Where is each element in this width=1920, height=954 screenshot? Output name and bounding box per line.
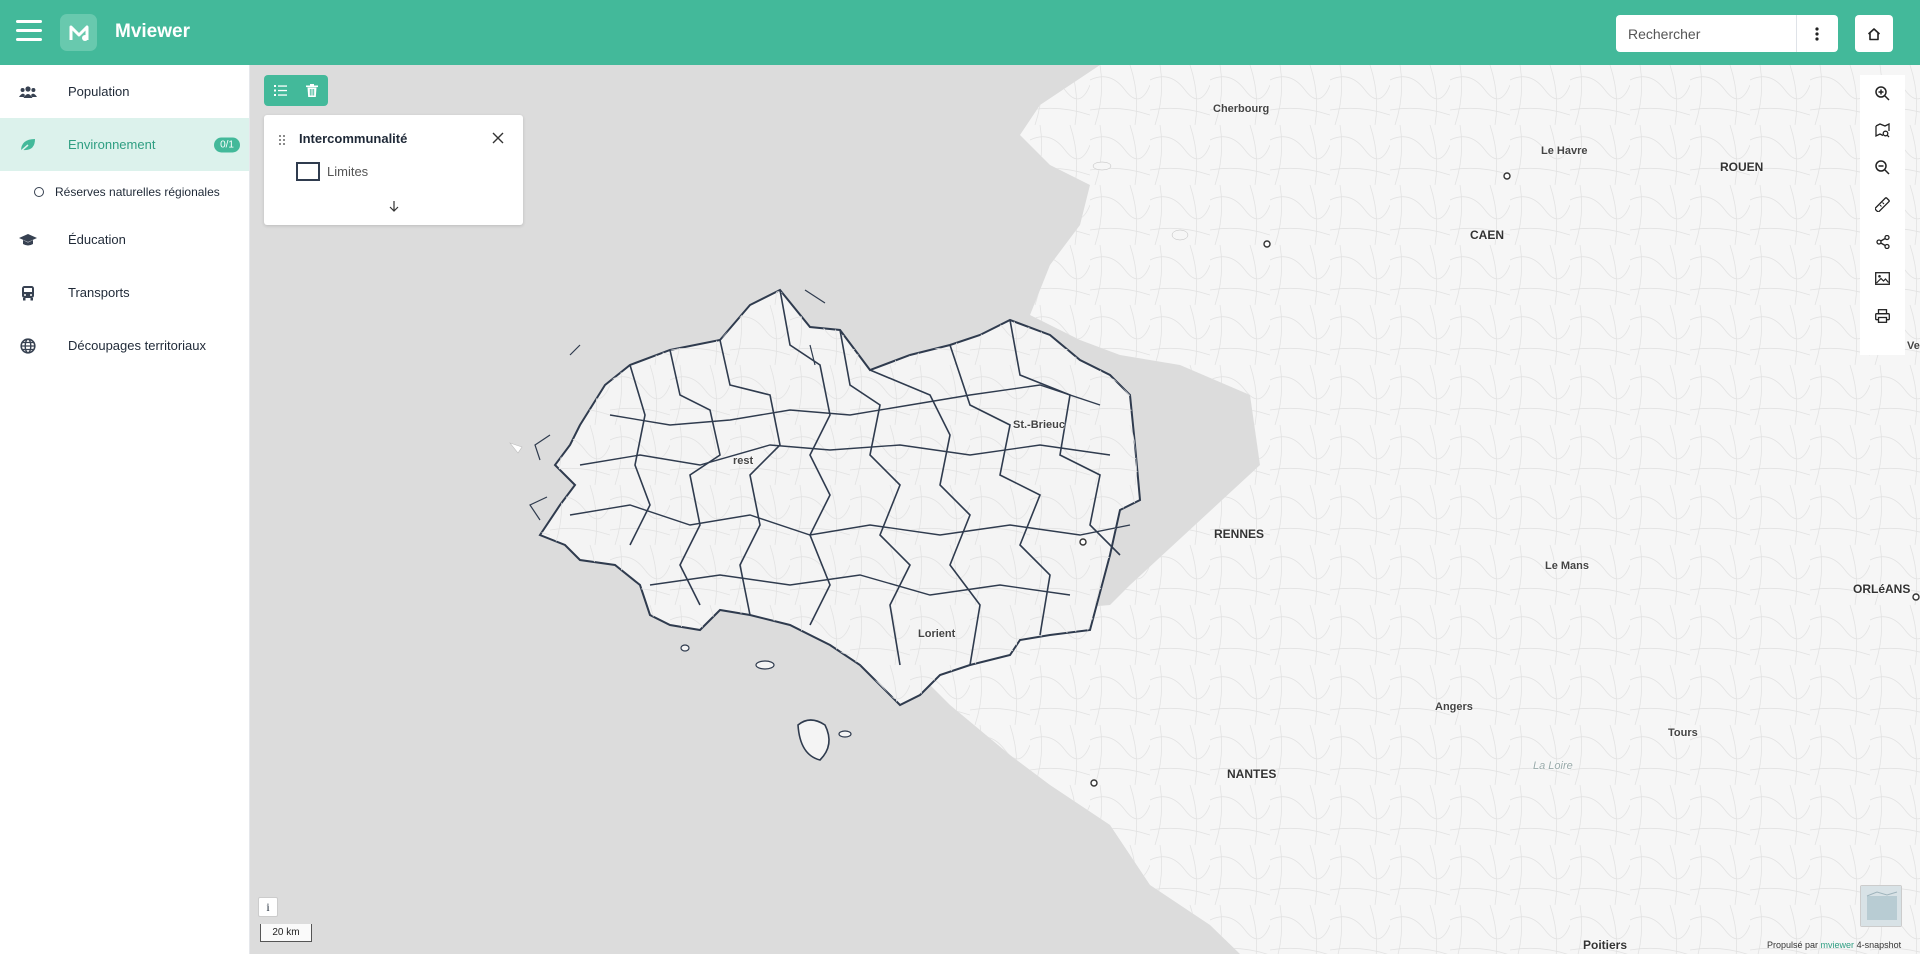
- place-label: Cherbourg: [1213, 103, 1270, 115]
- top-bar: Mviewer: [0, 0, 1920, 65]
- home-icon: [1867, 27, 1881, 40]
- attribution: Propulsé par mviewer 4-snapshot: [1767, 940, 1901, 950]
- sidebar-item-transports[interactable]: Transports: [0, 266, 249, 319]
- globe-icon: [19, 337, 37, 355]
- place-label: RENNES: [1214, 527, 1265, 541]
- sidebar-item-label: Découpages territoriaux: [68, 338, 207, 353]
- info-button[interactable]: i: [258, 897, 278, 917]
- overview-map-button[interactable]: [1860, 885, 1902, 927]
- place-label: Poitiers: [1583, 938, 1628, 952]
- arrow-down-icon[interactable]: [385, 197, 403, 215]
- trash-icon: [306, 84, 318, 97]
- search-options-button[interactable]: [1797, 15, 1837, 52]
- share-button[interactable]: [1860, 223, 1905, 260]
- sidebar-item-education[interactable]: Éducation: [0, 213, 249, 266]
- sidebar-subitem-reserves[interactable]: Réserves naturelles régionales: [0, 171, 249, 213]
- place-label: Ve: [1907, 340, 1920, 352]
- list-icon: [273, 85, 287, 96]
- sidebar-item-decoupages[interactable]: Découpages territoriaux: [0, 319, 249, 372]
- measure-button[interactable]: [1860, 186, 1905, 223]
- search-box: [1616, 15, 1838, 52]
- attribution-link[interactable]: mviewer: [1821, 940, 1855, 950]
- legend-item-label: Limites: [327, 164, 369, 179]
- place-label: Tours: [1668, 727, 1698, 739]
- share-icon: [1875, 234, 1890, 249]
- legend-toolbar: [264, 75, 328, 106]
- legend-swatch: [296, 162, 320, 181]
- zoom-out-button[interactable]: [1860, 149, 1905, 186]
- home-button[interactable]: [1855, 15, 1893, 52]
- print-icon: [1875, 308, 1890, 323]
- map-search-icon: [1875, 123, 1890, 138]
- sidebar-subitem-label: Réserves naturelles régionales: [55, 185, 220, 199]
- graduation-cap-icon: [19, 231, 37, 249]
- attribution-prefix: Propulsé par: [1767, 940, 1819, 950]
- app-title: Mviewer: [115, 21, 190, 42]
- sidebar: Population Environnement 0/1 Réserves na…: [0, 65, 250, 954]
- place-label: Le Mans: [1545, 560, 1590, 572]
- ruler-icon: [1875, 197, 1890, 212]
- search-input[interactable]: [1616, 15, 1796, 52]
- more-vertical-icon: [1815, 26, 1819, 41]
- sidebar-item-label: Population: [68, 84, 130, 99]
- place-label: ROUEN: [1720, 160, 1764, 174]
- legend-layer-title: Intercommunalité: [299, 131, 408, 146]
- overview-map-icon: [1861, 886, 1901, 926]
- legend-panel: Intercommunalité Limites: [264, 115, 523, 225]
- print-button[interactable]: [1860, 297, 1905, 334]
- place-label: St.-Brieuc: [1013, 419, 1065, 431]
- scale-bar: 20 km: [260, 924, 312, 942]
- menu-icon[interactable]: [16, 20, 42, 44]
- export-image-button[interactable]: [1860, 260, 1905, 297]
- place-label: Lorient: [918, 628, 956, 640]
- sidebar-item-population[interactable]: Population: [0, 65, 249, 118]
- sidebar-item-label: Transports: [68, 285, 130, 300]
- bus-icon: [19, 284, 37, 302]
- sidebar-item-environnement[interactable]: Environnement 0/1: [0, 118, 249, 171]
- sidebar-item-label: Environnement: [68, 137, 156, 152]
- app-logo: [60, 14, 97, 51]
- map-tools: [1860, 75, 1905, 355]
- sidebar-item-label: Éducation: [68, 232, 126, 247]
- place-label: ORLéANS: [1853, 582, 1911, 596]
- place-label: Angers: [1435, 701, 1473, 713]
- zoom-in-button[interactable]: [1860, 75, 1905, 112]
- place-label: Le Havre: [1541, 145, 1588, 157]
- users-icon: [19, 83, 37, 101]
- place-label: CAEN: [1470, 228, 1505, 242]
- place-label: rest: [733, 455, 754, 467]
- river-label: La Loire: [1533, 760, 1573, 772]
- radio-icon[interactable]: [34, 187, 44, 197]
- legend-toggle-button[interactable]: [264, 75, 296, 106]
- layer-count-badge: 0/1: [214, 137, 240, 152]
- zoom-extent-button[interactable]: [1860, 112, 1905, 149]
- remove-layers-button[interactable]: [296, 75, 328, 106]
- drag-handle-icon[interactable]: [278, 133, 286, 145]
- image-icon: [1875, 272, 1890, 285]
- place-label: NANTES: [1227, 767, 1277, 781]
- attribution-suffix: 4-snapshot: [1856, 940, 1902, 950]
- zoom-out-icon: [1875, 160, 1890, 175]
- zoom-in-icon: [1875, 86, 1890, 101]
- leaf-icon: [19, 136, 37, 154]
- close-icon[interactable]: [489, 129, 507, 147]
